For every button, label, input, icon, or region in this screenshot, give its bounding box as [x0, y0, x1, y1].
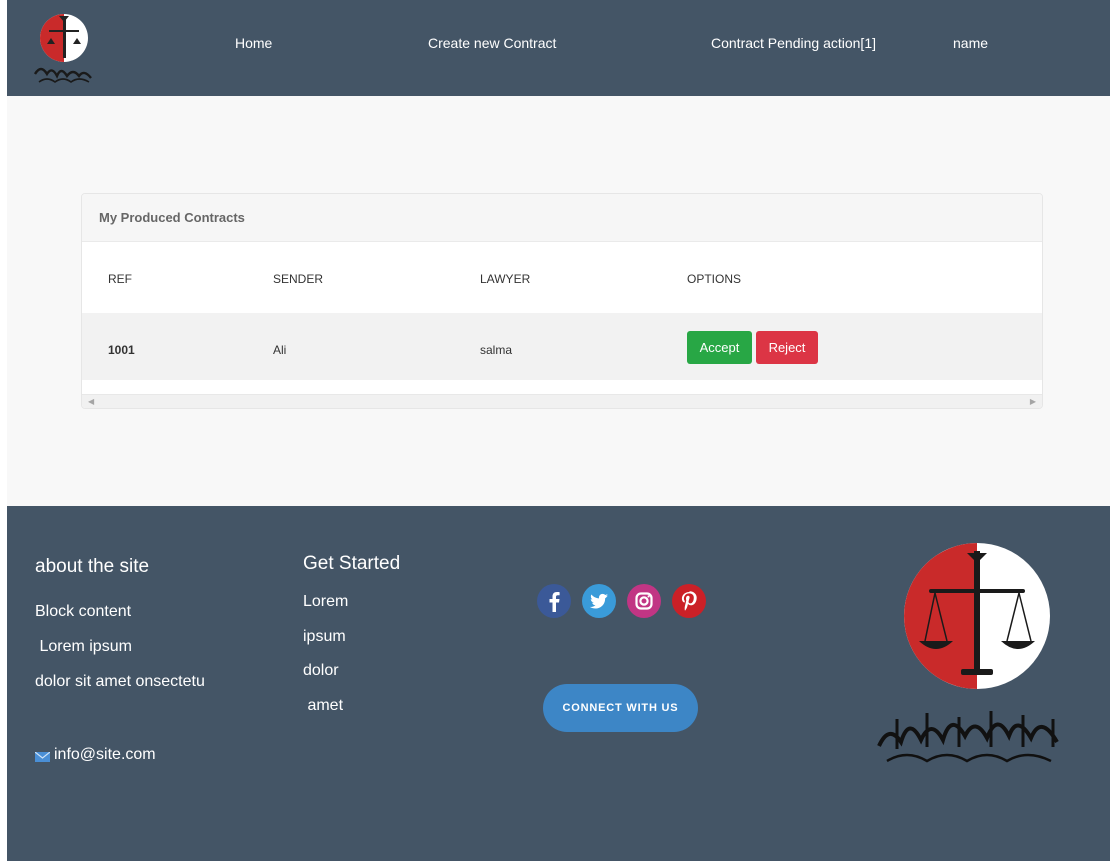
footer-link[interactable]: ipsum	[303, 628, 346, 646]
column-header-options: OPTIONS	[687, 272, 742, 286]
contracts-card: My Produced Contracts REF SENDER LAWYER …	[81, 193, 1043, 409]
page: Home Create new Contract Contract Pendin…	[7, 0, 1110, 861]
cell-ref: 1001	[108, 343, 135, 357]
facebook-icon[interactable]	[537, 584, 571, 618]
about-line: dolor sit amet onsectetu	[35, 673, 205, 690]
nav-user-name[interactable]: name	[953, 35, 988, 51]
mail-icon	[34, 749, 51, 762]
connect-with-us-button[interactable]: CONNECT WITH US	[543, 684, 698, 732]
nav-home[interactable]: Home	[235, 35, 272, 51]
card-header: My Produced Contracts	[82, 194, 1042, 242]
footer-link[interactable]: dolor	[303, 662, 339, 680]
pinterest-icon[interactable]	[672, 584, 706, 618]
table-row	[82, 313, 1042, 380]
footer-email-link[interactable]: info@site.com	[54, 746, 156, 764]
nav-pending-action[interactable]: Contract Pending action[1]	[711, 35, 876, 51]
about-line: Lorem ipsum	[35, 638, 132, 655]
cell-sender: Ali	[273, 343, 287, 357]
get-started-heading: Get Started	[303, 553, 401, 574]
scroll-left-icon[interactable]: ◀	[88, 397, 94, 406]
scroll-right-icon[interactable]: ▶	[1030, 397, 1036, 406]
site-footer: about the site Block content Lorem ipsum…	[7, 506, 1110, 861]
top-navbar: Home Create new Contract Contract Pendin…	[7, 0, 1110, 96]
horizontal-scrollbar[interactable]: ◀ ▶	[82, 394, 1042, 408]
reject-button[interactable]: Reject	[756, 331, 818, 364]
footer-link[interactable]: amet	[303, 697, 343, 715]
nav-create-contract[interactable]: Create new Contract	[428, 35, 556, 51]
instagram-icon[interactable]	[627, 584, 661, 618]
twitter-icon[interactable]	[582, 584, 616, 618]
card-title: My Produced Contracts	[99, 210, 245, 225]
footer-ministry-logo	[867, 541, 1085, 771]
column-header-lawyer: LAWYER	[480, 272, 531, 286]
about-line: Block content	[35, 603, 132, 620]
cell-lawyer: salma	[480, 343, 513, 357]
footer-link[interactable]: Lorem	[303, 593, 348, 611]
accept-button[interactable]: Accept	[687, 331, 752, 364]
column-header-sender: SENDER	[273, 272, 324, 286]
ministry-logo[interactable]	[29, 8, 99, 90]
about-heading: about the site	[35, 556, 150, 577]
column-header-ref: REF	[108, 272, 132, 286]
